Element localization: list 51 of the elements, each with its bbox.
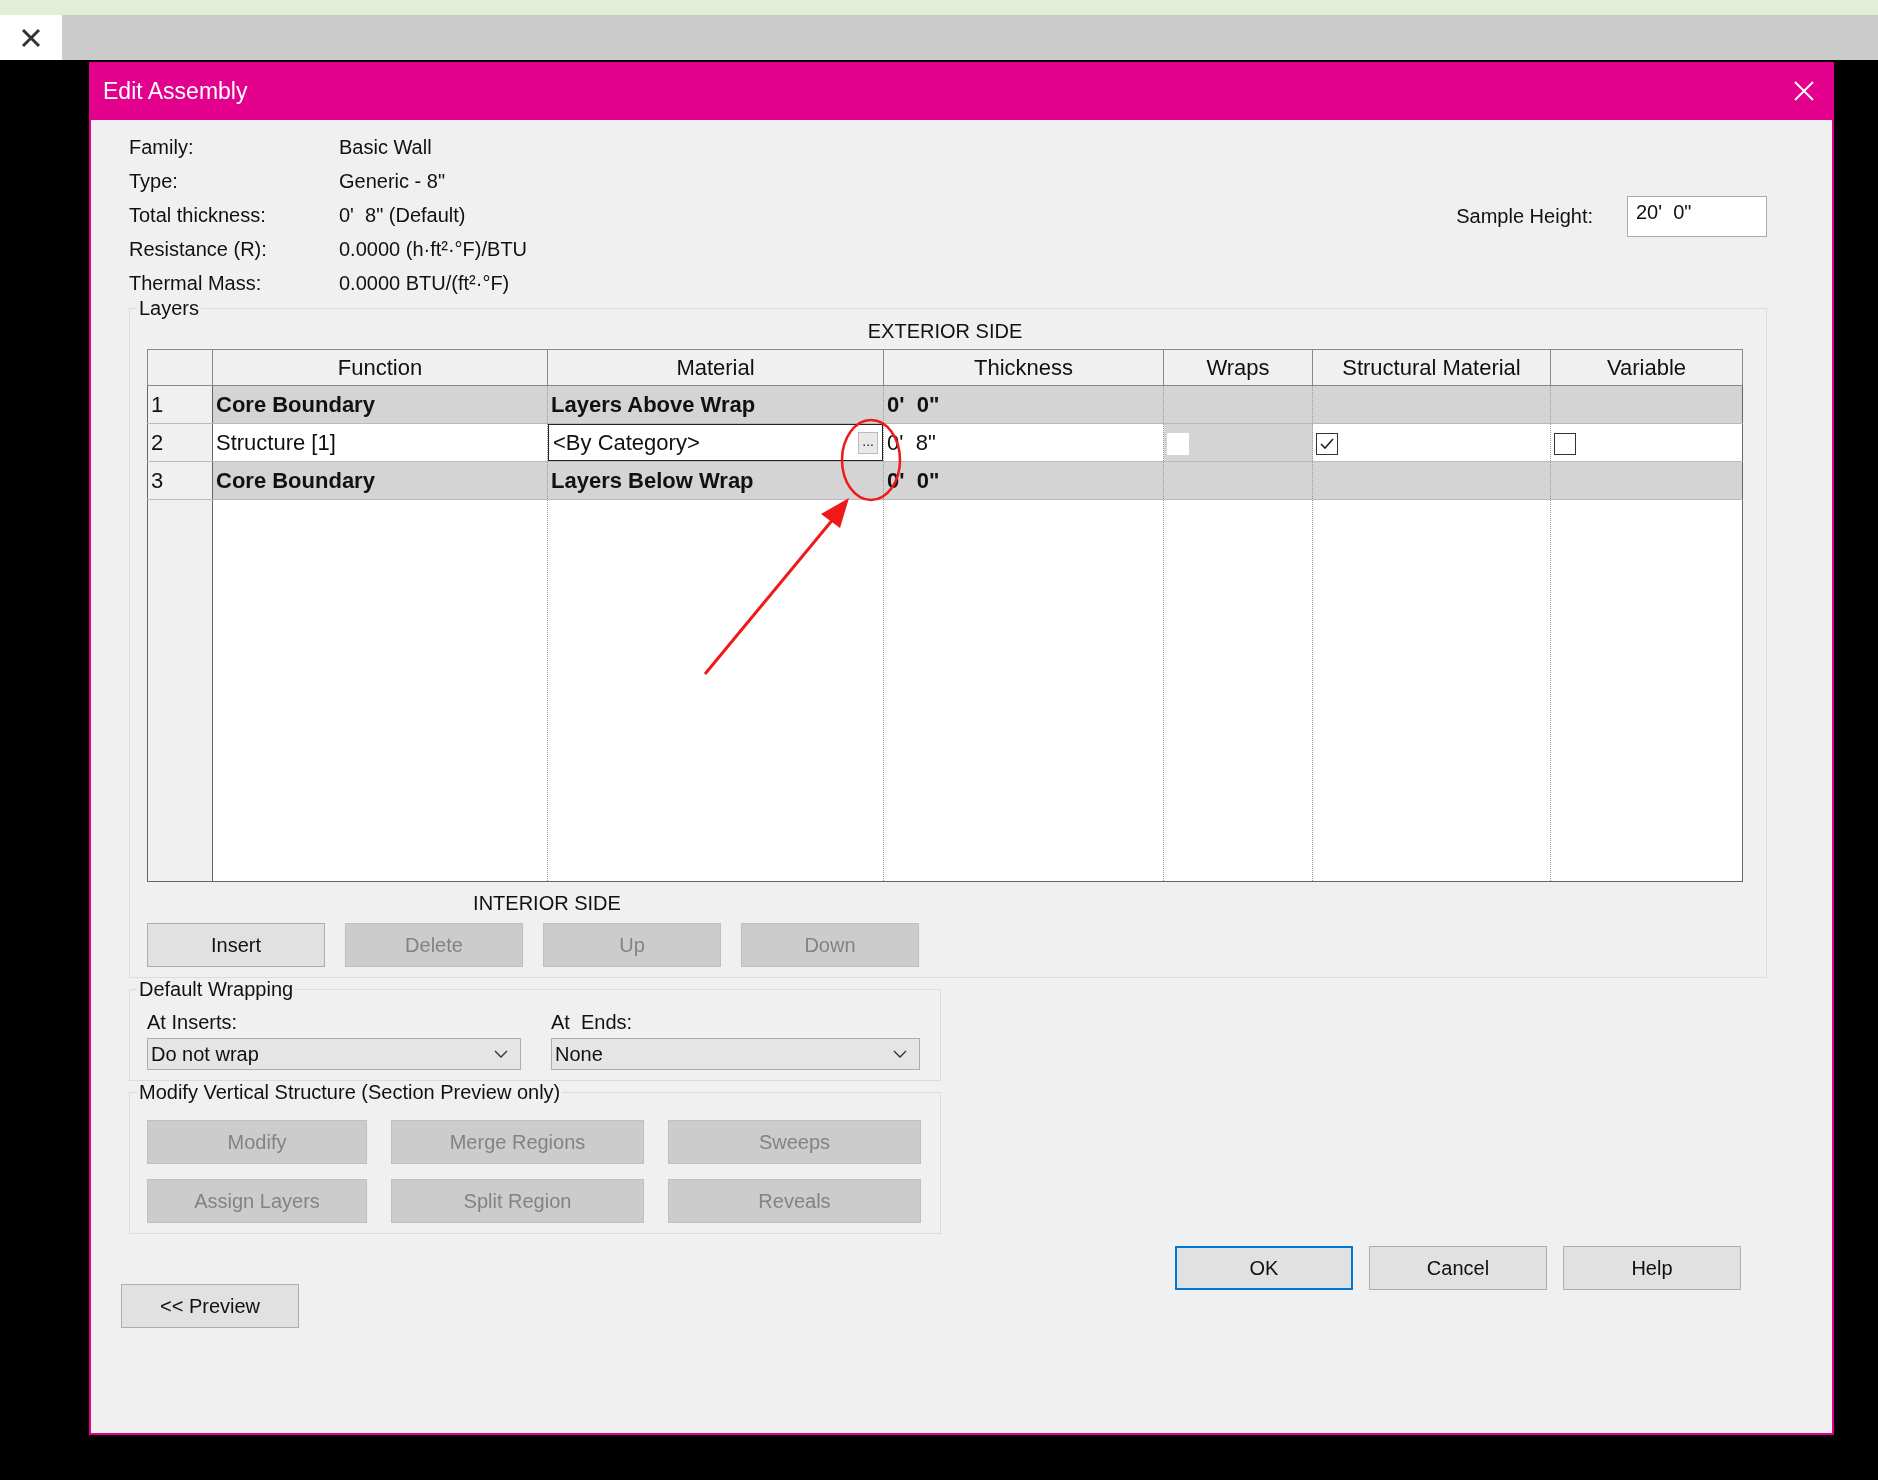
column-header: Material [547,349,884,386]
row-number: 2 [147,423,213,462]
table-cell: Layers Above Wrap [547,385,884,424]
info-value: 0.0000 BTU/(ft²·°F) [339,271,511,296]
column-header: Variable [1550,349,1743,386]
info-label: Total thickness: [129,203,267,228]
info-label: Type: [129,169,179,194]
table-cell: Core Boundary [212,385,548,424]
info-value: 0' 8" (Default) [339,203,467,228]
preview-button[interactable]: << Preview [121,1284,299,1328]
interior-side-caption: INTERIOR SIDE [473,892,621,914]
dialog-button[interactable]: Help [1563,1246,1741,1290]
header-corner [147,349,213,386]
dialog-button[interactable]: OK [1175,1246,1353,1290]
close-tab[interactable] [0,15,62,60]
dropdown-label: At Inserts: [147,1011,239,1034]
group-title: Default Wrapping [138,978,295,1001]
table-cell: 0' 0" [883,385,1164,424]
column-header: Wraps [1163,349,1313,386]
info-value: Basic Wall [339,135,433,160]
layer-button[interactable]: Insert [147,923,325,967]
checkbox[interactable] [1316,432,1338,455]
dropdown[interactable]: Do not wrap [147,1038,521,1070]
table-cell: Core Boundary [212,461,548,500]
dialog-button[interactable]: Cancel [1369,1246,1547,1290]
material-field[interactable]: <By Category> ... [547,423,884,462]
column-header: Function [212,349,548,386]
info-label: Thermal Mass: [129,271,263,296]
column-header: Structural Material [1312,349,1551,386]
dropdown[interactable]: None [551,1038,920,1070]
dropdown-label: At Ends: [551,1011,634,1034]
exterior-side-caption: EXTERIOR SIDE [867,320,1023,342]
chevron-icon [893,1050,907,1058]
sample-height-label: Sample Height: [1456,205,1593,228]
info-label: Family: [129,135,195,160]
row-number: 3 [147,461,213,500]
sample-height-field[interactable]: 20' 0" [1627,196,1767,237]
table-cell[interactable]: Structure [1] [212,423,548,462]
column-header: Thickness [883,349,1164,386]
group-title: Modify Vertical Structure (Section Preview only) [138,1081,562,1104]
browse-button[interactable]: ... [858,431,878,454]
close-icon[interactable] [21,27,41,48]
info-label: Resistance (R): [129,237,268,262]
info-value: 0.0000 (h·ft²·°F)/BTU [339,237,528,262]
row-number: 1 [147,385,213,424]
group-title: Layers [138,297,201,320]
checkbox[interactable] [1554,432,1576,455]
chevron-icon [494,1050,508,1058]
window-title: Edit Assembly [103,77,248,105]
info-value: Generic - 8" [339,169,447,194]
table-cell: Layers Below Wrap [547,461,884,500]
